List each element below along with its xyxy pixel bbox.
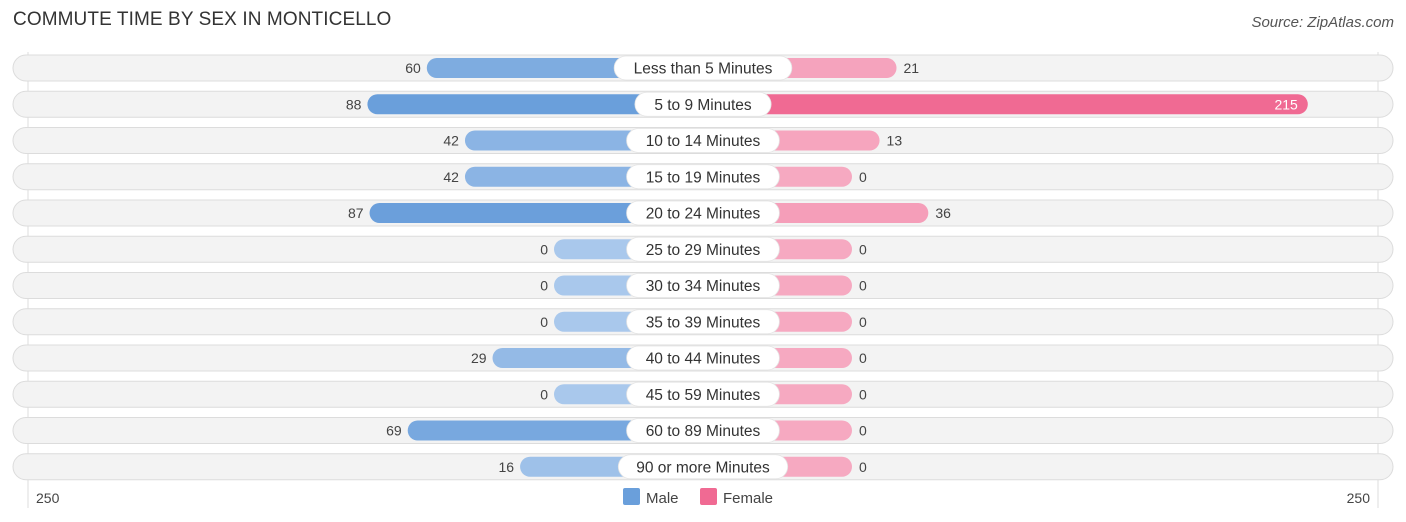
male-value-label: 0 [540, 241, 548, 257]
male-value-label: 0 [540, 278, 548, 294]
female-value-label: 215 [1274, 96, 1298, 112]
female-value-label: 0 [859, 314, 867, 330]
female-value-label: 0 [859, 423, 867, 439]
female-bar[interactable] [703, 94, 1308, 115]
male-value-label: 0 [540, 386, 548, 402]
female-value-label: 0 [859, 459, 867, 475]
male-value-label: 0 [540, 314, 548, 330]
category-label: 40 to 44 Minutes [646, 351, 761, 368]
category-label: Less than 5 Minutes [634, 61, 773, 78]
male-value-label: 16 [499, 459, 515, 475]
legend-male-swatch [623, 488, 640, 505]
category-label: 30 to 34 Minutes [646, 278, 761, 295]
male-value-label: 29 [471, 350, 487, 366]
category-label: 45 to 59 Minutes [646, 387, 761, 404]
female-value-label: 0 [859, 350, 867, 366]
axis-left-max-label: 250 [36, 490, 60, 506]
female-value-label: 0 [859, 169, 867, 185]
category-label: 60 to 89 Minutes [646, 423, 761, 440]
male-value-label: 42 [443, 169, 459, 185]
female-value-label: 0 [859, 278, 867, 294]
male-value-label: 69 [386, 423, 402, 439]
category-label: 5 to 9 Minutes [654, 97, 752, 114]
female-value-label: 13 [887, 133, 903, 149]
category-label: 90 or more Minutes [636, 459, 770, 476]
chart-svg: 60 21 Less than 5 Minutes 88 215 5 to 9 Minut… [12, 52, 1394, 508]
category-label: 35 to 39 Minutes [646, 314, 761, 331]
legend-female-label: Female [723, 490, 773, 507]
category-label: 15 to 19 Minutes [646, 169, 761, 186]
female-value-label: 21 [904, 60, 920, 76]
male-value-label: 60 [405, 60, 421, 76]
female-value-label: 0 [859, 241, 867, 257]
category-label: 10 to 14 Minutes [646, 133, 761, 150]
category-label: 20 to 24 Minutes [646, 206, 761, 223]
axis-right-max-label: 250 [1347, 490, 1371, 506]
legend-male-label: Male [646, 490, 679, 507]
male-value-label: 87 [348, 205, 364, 221]
male-value-label: 88 [346, 96, 362, 112]
category-label: 25 to 29 Minutes [646, 242, 761, 259]
male-value-label: 42 [443, 133, 459, 149]
female-value-label: 36 [935, 205, 951, 221]
legend-female-swatch [700, 488, 717, 505]
female-value-label: 0 [859, 386, 867, 402]
